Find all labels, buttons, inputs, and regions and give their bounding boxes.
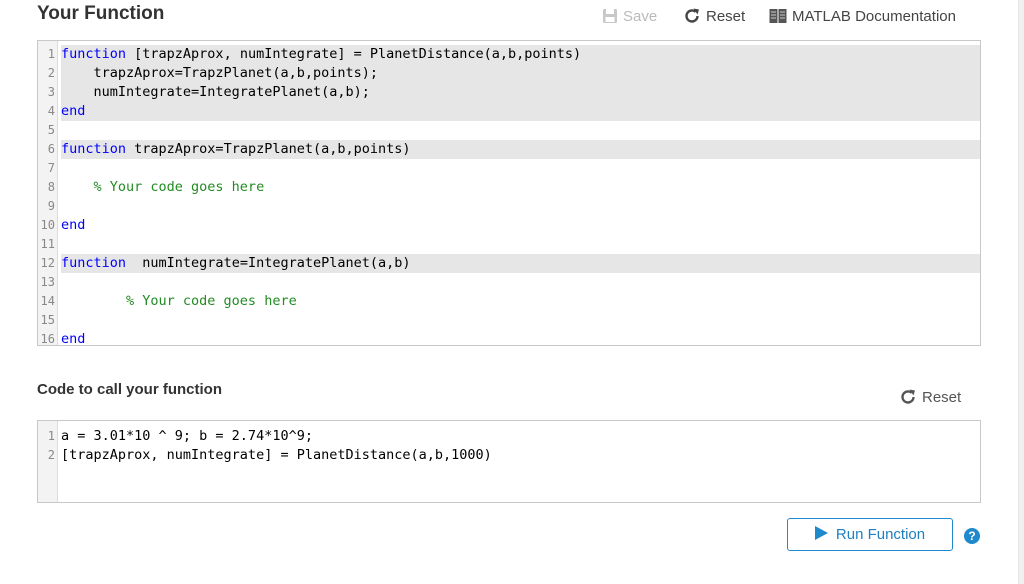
- code-token: a = 3.01*10 ^ 9; b = 2.74*10^9;: [61, 428, 313, 444]
- line-number: 11: [40, 237, 55, 251]
- reset-button[interactable]: Reset: [683, 7, 745, 25]
- code-token: [trapzAprox, numIntegrate] = PlanetDista…: [61, 447, 492, 463]
- code-text: [trapzAprox, numIntegrate] = PlanetDista…: [61, 446, 980, 465]
- matlab-documentation-link[interactable]: MATLAB Documentation: [769, 8, 956, 25]
- play-icon: [814, 525, 828, 544]
- code-line[interactable]: 6 function trapzAprox=TrapzPlanet(a,b,poi…: [38, 140, 980, 159]
- code-token: trapzAprox=TrapzPlanet(a,b,points): [126, 141, 411, 157]
- line-number: 10: [40, 218, 55, 232]
- reset-icon: [683, 7, 701, 25]
- run-function-label: Run Function: [835, 526, 926, 543]
- code-line[interactable]: 10 end: [38, 216, 980, 235]
- code-line[interactable]: 5: [38, 121, 980, 140]
- keyword-token: end: [61, 217, 86, 233]
- code-line[interactable]: 3 numIntegrate=IntegratePlanet(a,b);: [38, 83, 980, 102]
- comment-token: % Your code goes here: [61, 179, 265, 195]
- code-line[interactable]: 2 trapzAprox=TrapzPlanet(a,b,points);: [38, 64, 980, 83]
- keyword-token: end: [61, 331, 86, 347]
- code-line[interactable]: 15: [38, 311, 980, 330]
- code-token: [trapzAprox, numIntegrate] = PlanetDista…: [126, 46, 582, 62]
- code-line[interactable]: 11: [38, 235, 980, 254]
- code-line[interactable]: 14 % Your code goes here: [38, 292, 980, 311]
- code-line[interactable]: 1 a = 3.01*10 ^ 9; b = 2.74*10^9;: [38, 427, 980, 446]
- function-code-editor[interactable]: 1 function [trapzAprox, numIntegrate] = P…: [37, 40, 981, 349]
- call-section-title: Code to call your function: [37, 381, 223, 398]
- code-text: function numIntegrate=IntegratePlanet(a,…: [61, 254, 980, 273]
- code-token: numIntegrate=IntegratePlanet(a,b): [126, 255, 411, 271]
- keyword-token: end: [61, 103, 86, 119]
- help-icon[interactable]: ?: [964, 528, 980, 544]
- keyword-token: function: [61, 141, 127, 157]
- code-text: end: [61, 330, 980, 349]
- code-line[interactable]: 2 [trapzAprox, numIntegrate] = PlanetDist…: [38, 446, 980, 465]
- code-line[interactable]: 8 % Your code goes here: [38, 178, 980, 197]
- line-number: 1: [47, 429, 55, 443]
- code-text: function trapzAprox=TrapzPlanet(a,b,poin…: [61, 140, 980, 159]
- comment-token: % Your code goes here: [61, 293, 297, 309]
- save-label: Save: [623, 7, 658, 25]
- code-token: numIntegrate=IntegratePlanet(a,b);: [61, 84, 370, 100]
- keyword-token: function: [61, 255, 127, 271]
- line-number: 7: [47, 161, 55, 175]
- code-text: function [trapzAprox, numIntegrate] = Pl…: [61, 45, 980, 64]
- line-number: 3: [47, 85, 55, 99]
- call-code-editor[interactable]: 1 a = 3.01*10 ^ 9; b = 2.74*10^9; 2 [trapzA…: [37, 420, 981, 503]
- line-number: 2: [47, 448, 55, 462]
- code-line[interactable]: 4 end: [38, 102, 980, 121]
- code-text: end: [61, 216, 980, 235]
- code-text: % Your code goes here: [61, 292, 980, 311]
- code-text: % Your code goes here: [61, 178, 980, 197]
- code-line[interactable]: 7: [38, 159, 980, 178]
- call-reset-button[interactable]: Reset: [899, 388, 961, 406]
- line-number: 15: [40, 313, 55, 327]
- line-number: 13: [40, 275, 55, 289]
- line-number: 12: [40, 256, 55, 270]
- call-reset-label: Reset: [922, 388, 962, 406]
- code-line[interactable]: 9: [38, 197, 980, 216]
- save-icon: [602, 8, 618, 24]
- run-function-button[interactable]: Run Function: [787, 518, 953, 551]
- reset-label: Reset: [706, 7, 746, 25]
- page-title: Your Function: [37, 3, 165, 24]
- code-line[interactable]: 1 function [trapzAprox, numIntegrate] = P…: [38, 45, 980, 64]
- line-number: 6: [47, 142, 55, 156]
- line-number: 14: [40, 294, 55, 308]
- line-number: 1: [47, 47, 55, 61]
- code-line[interactable]: 12 function numIntegrate=IntegratePlanet(…: [38, 254, 980, 273]
- code-text: end: [61, 102, 980, 121]
- code-text: trapzAprox=TrapzPlanet(a,b,points);: [61, 64, 980, 83]
- docs-label: MATLAB Documentation: [792, 7, 956, 25]
- code-line[interactable]: 16 end: [38, 330, 980, 349]
- code-token: trapzAprox=TrapzPlanet(a,b,points);: [61, 65, 378, 81]
- line-number: 4: [47, 104, 55, 118]
- reset-icon: [899, 388, 917, 406]
- scrollbar-track[interactable]: [1018, 0, 1024, 584]
- code-text: a = 3.01*10 ^ 9; b = 2.74*10^9;: [61, 427, 980, 446]
- save-button[interactable]: Save: [602, 8, 657, 25]
- line-number: 9: [47, 199, 55, 213]
- keyword-token: function: [61, 46, 127, 62]
- book-icon: [769, 8, 787, 24]
- line-number: 16: [40, 332, 55, 346]
- code-line[interactable]: 13: [38, 273, 980, 292]
- code-text: numIntegrate=IntegratePlanet(a,b);: [61, 83, 980, 102]
- line-number: 8: [47, 180, 55, 194]
- line-number: 2: [47, 66, 55, 80]
- line-number: 5: [47, 123, 55, 137]
